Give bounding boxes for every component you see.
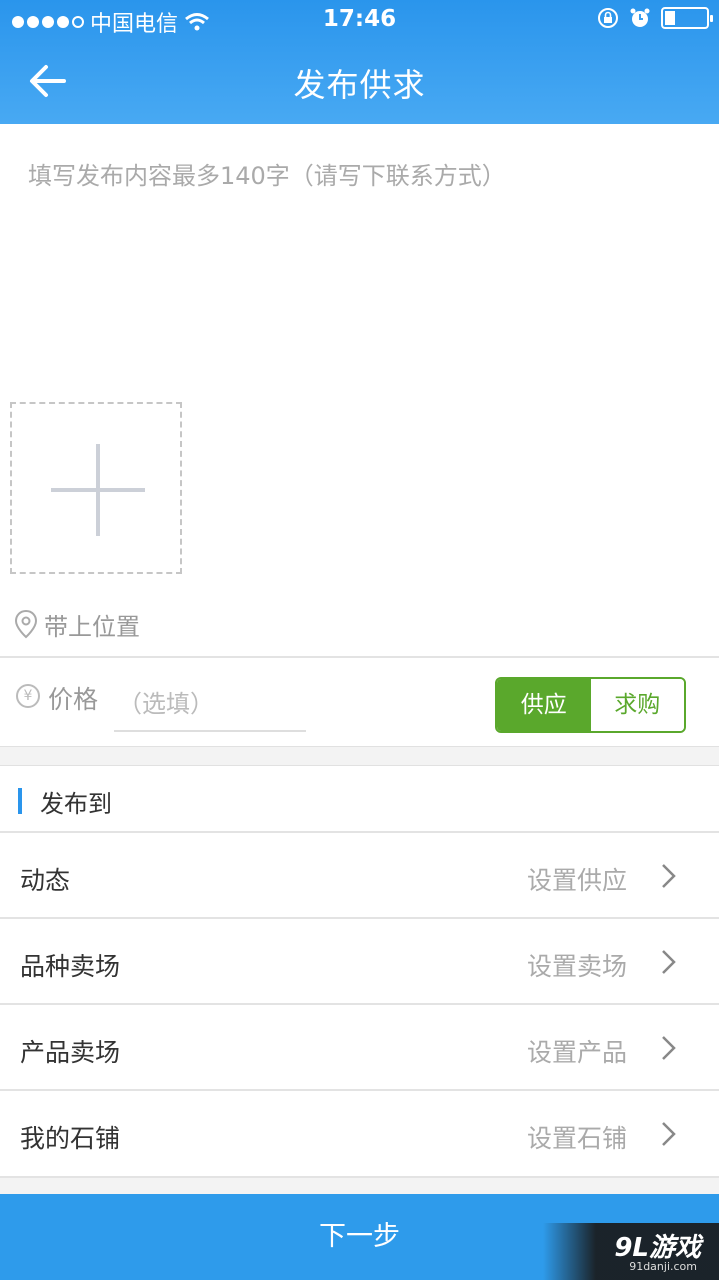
row-action: 设置供应 xyxy=(526,866,627,895)
status-bar: 中国电信 17:46 xyxy=(0,0,719,40)
watermark-logo: 9L游戏 91danji.com xyxy=(543,1223,719,1280)
chevron-right-icon xyxy=(662,1122,676,1146)
status-right xyxy=(597,7,713,29)
bottom-gap xyxy=(0,1178,719,1194)
location-pin-icon xyxy=(14,609,38,639)
watermark-url: 91danji.com xyxy=(629,1260,697,1273)
watermark-brand: 9L游戏 xyxy=(614,1233,701,1263)
chevron-right-icon xyxy=(662,1036,676,1060)
page-title: 发布供求 xyxy=(293,66,426,104)
toggle-supply[interactable]: 供应 xyxy=(497,679,591,731)
row-label: 我的石铺 xyxy=(20,1124,121,1153)
section-accent-bar xyxy=(18,788,22,814)
row-action: 设置石铺 xyxy=(526,1124,627,1153)
alarm-icon xyxy=(630,8,650,27)
row-label: 品种卖场 xyxy=(20,952,121,981)
price-input[interactable] xyxy=(114,678,306,732)
publish-row-variety-market[interactable]: 品种卖场 设置卖场 xyxy=(0,919,719,1005)
add-photo-button[interactable] xyxy=(10,402,182,574)
supply-demand-toggle: 供应 求购 xyxy=(495,677,686,733)
content-input[interactable] xyxy=(28,156,688,196)
publish-row-product-market[interactable]: 产品卖场 设置产品 xyxy=(0,1005,719,1091)
orientation-lock-icon xyxy=(598,8,618,28)
yen-icon: ¥ xyxy=(16,684,40,708)
publish-to-title: 发布到 xyxy=(40,790,112,818)
price-row: ¥ 价格 供应 求购 xyxy=(0,658,719,746)
publish-to-header: 发布到 xyxy=(0,767,719,831)
battery-icon xyxy=(661,7,713,29)
location-label: 带上位置 xyxy=(44,612,140,641)
section-gap xyxy=(0,746,719,766)
row-action: 设置卖场 xyxy=(526,952,627,981)
publish-row-my-shop[interactable]: 我的石铺 设置石铺 xyxy=(0,1091,719,1177)
chevron-right-icon xyxy=(662,950,676,974)
nav-bar: 发布供求 xyxy=(0,40,719,124)
add-location-button[interactable]: 带上位置 xyxy=(14,606,140,642)
chevron-right-icon xyxy=(662,864,676,888)
row-label: 动态 xyxy=(20,866,71,895)
row-label: 产品卖场 xyxy=(20,1038,121,1067)
row-action: 设置产品 xyxy=(526,1038,627,1067)
toggle-demand[interactable]: 求购 xyxy=(590,679,684,731)
publish-row-feed[interactable]: 动态 设置供应 xyxy=(0,833,719,919)
price-label: 价格 xyxy=(48,685,99,714)
app-header: 中国电信 17:46 发布供求 xyxy=(0,0,719,124)
